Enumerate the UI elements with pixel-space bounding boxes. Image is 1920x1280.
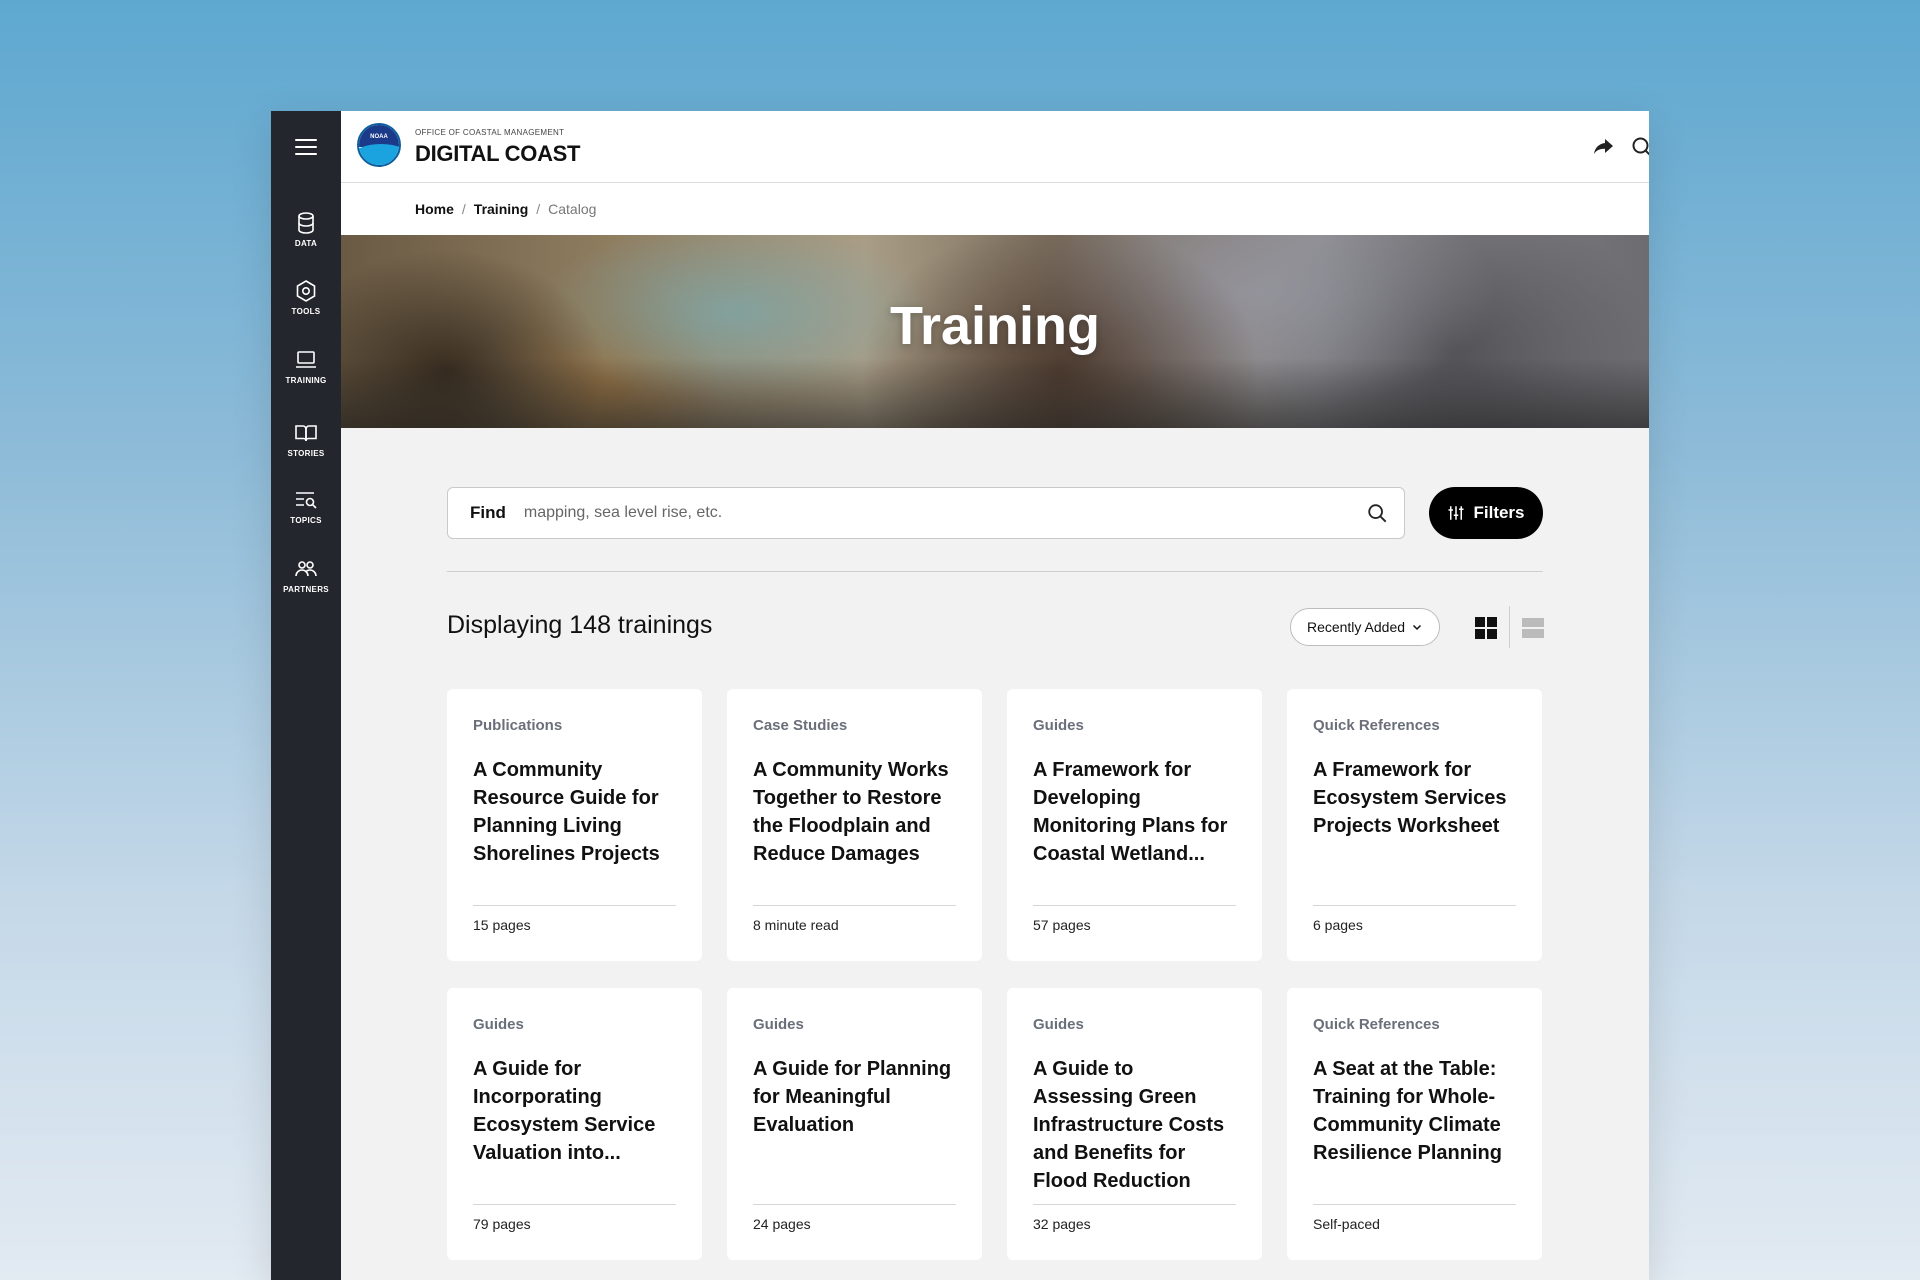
brand-subtitle: OFFICE OF COASTAL MANAGEMENT	[415, 128, 565, 137]
share-icon[interactable]	[1591, 135, 1615, 159]
card-divider	[753, 905, 956, 906]
card-title[interactable]: A Guide to Assessing Green Infrastructur…	[1033, 1055, 1236, 1195]
sidebar-item-tools[interactable]: TOOLS	[271, 269, 341, 325]
view-toggle-divider	[1509, 606, 1510, 648]
card-category: Quick References	[1313, 1016, 1440, 1033]
training-card[interactable]: Quick References A Framework for Ecosyst…	[1287, 689, 1542, 961]
card-category: Guides	[1033, 717, 1084, 734]
card-divider	[473, 905, 676, 906]
card-meta: 79 pages	[473, 1216, 531, 1232]
card-divider	[1313, 1204, 1516, 1205]
card-divider	[1033, 1204, 1236, 1205]
hero-banner: Training	[341, 235, 1649, 428]
card-title[interactable]: A Guide for Incorporating Ecosystem Serv…	[473, 1055, 676, 1167]
sidebar-item-label: DATA	[294, 238, 318, 248]
card-title[interactable]: A Community Resource Guide for Planning …	[473, 756, 676, 868]
training-card[interactable]: Guides A Guide for Incorporating Ecosyst…	[447, 988, 702, 1260]
sidebar-item-partners[interactable]: PARTNERS	[271, 547, 341, 603]
sidebar-item-label: TOPICS	[290, 515, 322, 525]
training-card[interactable]: Publications A Community Resource Guide …	[447, 689, 702, 961]
breadcrumb-separator: /	[461, 201, 466, 217]
filters-button[interactable]: Filters	[1429, 487, 1543, 539]
app-window: DATA TOOLS TRAINING STORIES TOPICS PARTN…	[271, 111, 1649, 1280]
card-title[interactable]: A Community Works Together to Restore th…	[753, 756, 956, 868]
breadcrumb-separator: /	[536, 201, 541, 217]
search-label: Find	[470, 503, 506, 522]
sidebar-item-data[interactable]: DATA	[271, 201, 341, 257]
training-card[interactable]: Guides A Guide for Planning for Meaningf…	[727, 988, 982, 1260]
section-divider	[447, 571, 1543, 572]
noaa-logo[interactable]: NOAA	[357, 123, 401, 167]
card-meta: 32 pages	[1033, 1216, 1091, 1232]
card-category: Publications	[473, 717, 563, 734]
breadcrumb-training[interactable]: Training	[474, 201, 528, 217]
card-category: Case Studies	[753, 717, 848, 734]
sidebar-item-training[interactable]: TRAINING	[271, 338, 341, 394]
book-icon	[295, 424, 317, 441]
search-submit-icon[interactable]	[1366, 502, 1388, 524]
sort-label: Recently Added	[1306, 619, 1406, 635]
page-title: Training	[889, 296, 1100, 356]
sidebar: DATA TOOLS TRAINING STORIES TOPICS PARTN…	[271, 111, 341, 1280]
card-divider	[473, 1204, 676, 1205]
sidebar-item-label: TRAINING	[285, 375, 327, 385]
hamburger-menu-icon[interactable]	[295, 139, 317, 157]
list-view-icon[interactable]	[1521, 616, 1545, 640]
filters-label: Filters	[1473, 503, 1525, 522]
search-bar: Find	[447, 487, 1405, 539]
sidebar-item-label: STORIES	[287, 448, 325, 458]
training-card[interactable]: Guides A Framework for Developing Monito…	[1007, 689, 1262, 961]
card-category: Guides	[473, 1016, 524, 1033]
card-title[interactable]: A Framework for Ecosystem Services Proje…	[1313, 756, 1516, 840]
card-meta: 6 pages	[1313, 917, 1363, 933]
site-header: NOAA OFFICE OF COASTAL MANAGEMENT DIGITA…	[341, 111, 1649, 183]
card-category: Guides	[753, 1016, 804, 1033]
topics-icon	[296, 491, 317, 509]
card-meta: 15 pages	[473, 917, 531, 933]
card-category: Guides	[1033, 1016, 1084, 1033]
training-card[interactable]: Quick References A Seat at the Table: Tr…	[1287, 988, 1542, 1260]
card-meta: 24 pages	[753, 1216, 811, 1232]
training-grid: Publications A Community Resource Guide …	[447, 689, 1543, 1260]
logo-text: NOAA	[370, 134, 388, 140]
card-meta: 8 minute read	[753, 917, 839, 933]
card-title[interactable]: A Guide for Planning for Meaningful Eval…	[753, 1055, 956, 1139]
card-category: Quick References	[1313, 717, 1440, 734]
database-icon	[298, 211, 314, 234]
card-divider	[753, 1204, 956, 1205]
card-title[interactable]: A Framework for Developing Monitoring Pl…	[1033, 756, 1236, 868]
sidebar-item-label: PARTNERS	[283, 584, 329, 594]
grid-view-icon[interactable]	[1474, 616, 1498, 640]
brand-title[interactable]: DIGITAL COAST	[415, 141, 580, 167]
sliders-icon	[1448, 506, 1464, 520]
breadcrumb: Home / Training / Catalog	[341, 183, 1649, 235]
sidebar-item-topics[interactable]: TOPICS	[271, 478, 341, 534]
sidebar-item-label: TOOLS	[291, 306, 321, 316]
training-card[interactable]: Case Studies A Community Works Together …	[727, 689, 982, 961]
laptop-icon	[296, 350, 316, 368]
card-meta: 57 pages	[1033, 917, 1091, 933]
card-meta: Self-paced	[1313, 1216, 1380, 1232]
training-card[interactable]: Guides A Guide to Assessing Green Infras…	[1007, 988, 1262, 1260]
results-count: Displaying 148 trainings	[447, 611, 713, 639]
sidebar-item-stories[interactable]: STORIES	[271, 411, 341, 467]
search-icon[interactable]	[1630, 135, 1649, 159]
hexagon-tool-icon	[296, 279, 316, 302]
people-icon	[295, 560, 317, 576]
search-input[interactable]	[523, 504, 1366, 522]
card-divider	[1033, 905, 1236, 906]
card-divider	[1313, 905, 1516, 906]
sort-dropdown[interactable]: Recently Added	[1290, 608, 1440, 646]
breadcrumb-home[interactable]: Home	[415, 201, 454, 217]
card-title[interactable]: A Seat at the Table: Training for Whole-…	[1313, 1055, 1516, 1167]
chevron-down-icon	[1413, 624, 1422, 631]
breadcrumb-current: Catalog	[548, 201, 597, 217]
